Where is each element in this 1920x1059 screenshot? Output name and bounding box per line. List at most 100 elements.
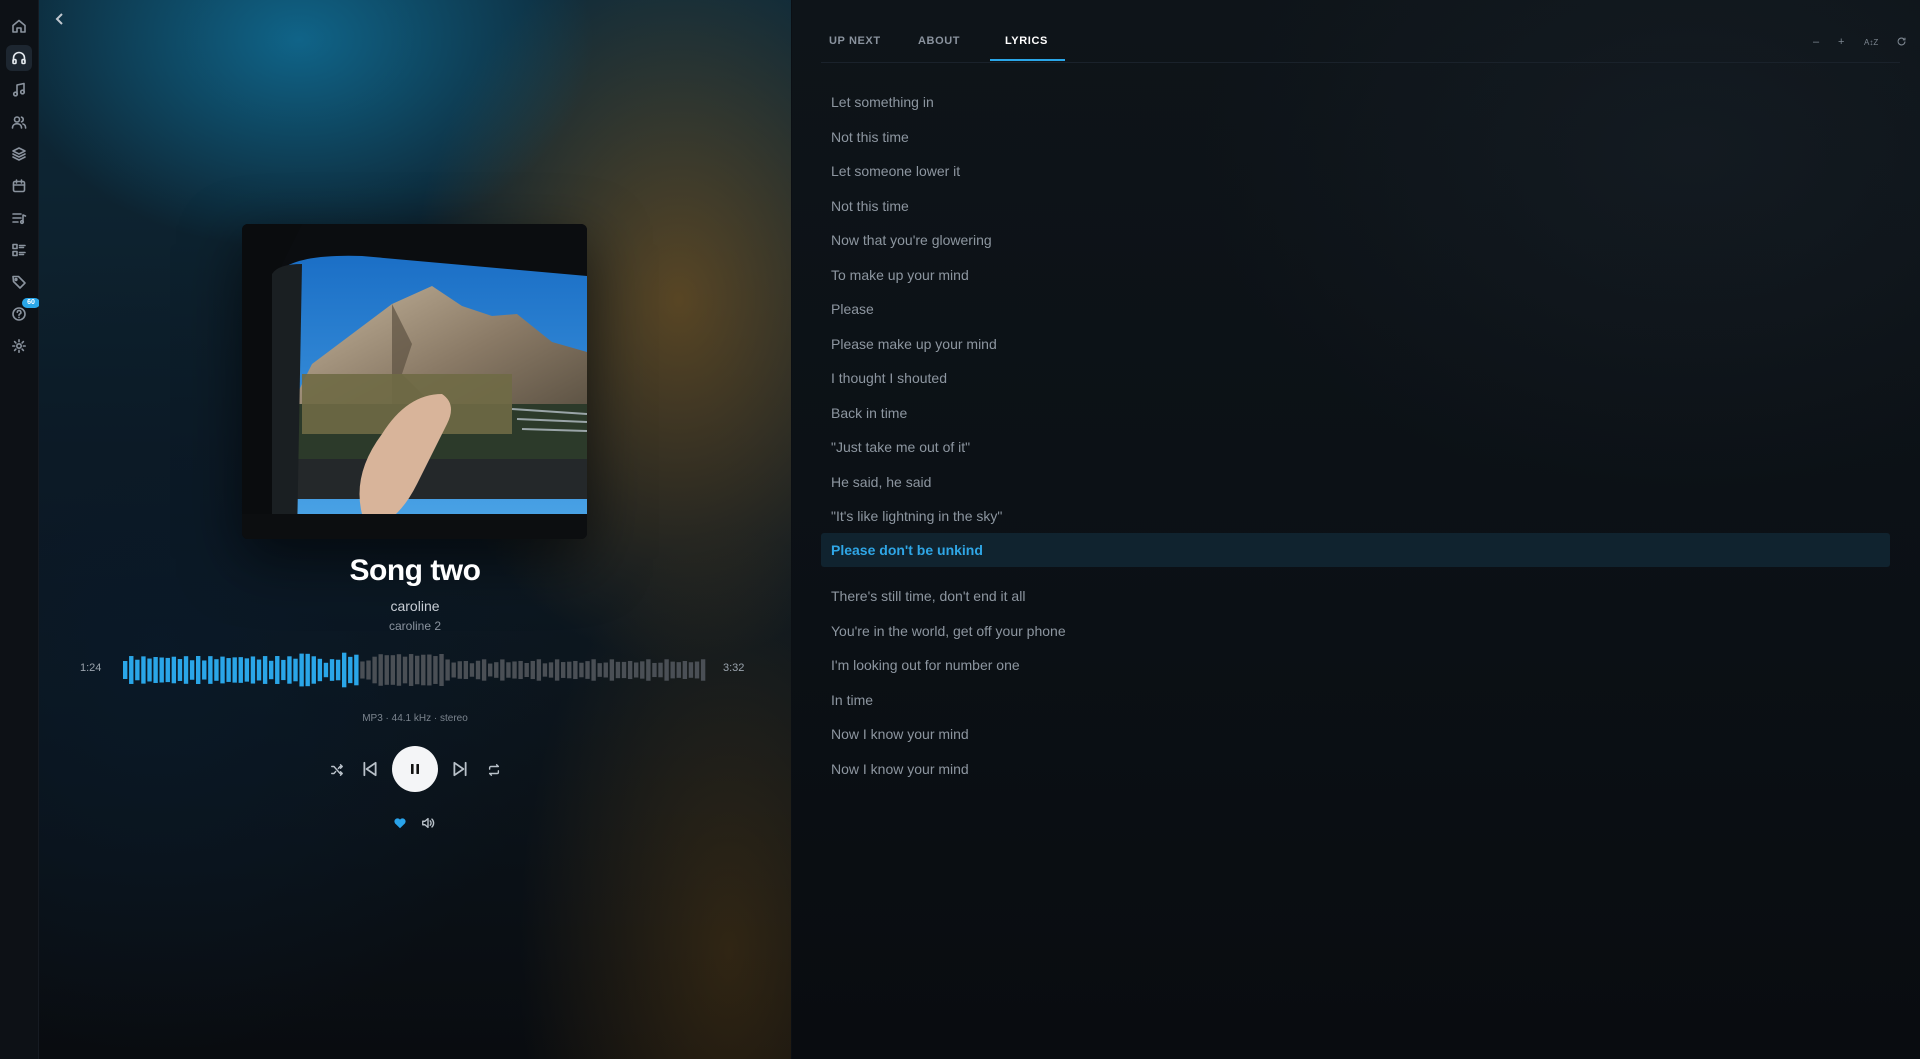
waveform-bar — [135, 659, 140, 681]
waveform-seekbar[interactable] — [123, 648, 707, 692]
waveform-bar — [408, 654, 414, 686]
shuffle-button[interactable] — [326, 759, 348, 781]
gear-icon[interactable] — [6, 333, 32, 359]
lyric-line[interactable]: There's still time, don't end it all — [821, 588, 1025, 604]
now-playing-panel: Song two caroline caroline 2 1:24 3:32 M… — [39, 0, 791, 1059]
waveform-bar — [439, 654, 444, 686]
grid-list-icon[interactable] — [6, 237, 32, 263]
waveform-bar — [372, 656, 377, 684]
waveform-bar — [481, 659, 487, 681]
layers-icon[interactable] — [6, 141, 32, 167]
artist-name[interactable]: caroline — [39, 598, 791, 614]
waveform-bar — [646, 659, 651, 681]
waveform-bar — [694, 661, 700, 679]
lyric-line[interactable]: Let something in — [821, 94, 934, 110]
help-icon[interactable]: 60 — [6, 298, 40, 327]
waveform-bar — [269, 660, 274, 680]
decrease-font-button[interactable]: – — [1813, 36, 1819, 48]
waveform-bar — [415, 655, 420, 685]
shuffle-icon — [331, 764, 343, 776]
tab-up-next[interactable]: UP NEXT — [829, 35, 881, 47]
album-cover — [242, 224, 587, 539]
lyric-line[interactable]: Let someone lower it — [821, 163, 960, 179]
waveform-bar — [664, 659, 669, 681]
refresh-button[interactable] — [1896, 36, 1907, 50]
waveform-bar — [585, 661, 590, 679]
tab-lyrics[interactable]: LYRICS — [1005, 35, 1048, 47]
tab-about[interactable]: ABOUT — [918, 35, 960, 47]
waveform-bar — [542, 663, 548, 677]
lyric-line[interactable]: In time — [821, 692, 873, 708]
waveform-bar — [579, 662, 584, 678]
waveform-bar — [488, 663, 493, 677]
lyric-line[interactable]: You're in the world, get off your phone — [821, 623, 1066, 639]
album-name[interactable]: caroline 2 — [39, 619, 791, 633]
waveform-bar — [189, 660, 195, 680]
music-note-icon[interactable] — [6, 77, 32, 103]
repeat-button[interactable] — [483, 759, 505, 781]
lyric-line[interactable]: Back in time — [821, 405, 907, 421]
queue-icon[interactable] — [6, 205, 32, 231]
waveform-bar — [506, 662, 511, 678]
headphones-icon[interactable] — [6, 45, 32, 71]
like-button[interactable] — [391, 814, 409, 832]
waveform-bar — [396, 654, 402, 686]
lyric-line[interactable]: Please — [821, 301, 874, 317]
lyric-line[interactable]: Not this time — [821, 198, 909, 214]
waveform-bar — [567, 661, 572, 679]
waveform-bar — [220, 656, 225, 684]
previous-button[interactable] — [357, 756, 383, 782]
translate-button[interactable]: A↕Z — [1864, 38, 1878, 47]
lyric-line[interactable]: I thought I shouted — [821, 370, 947, 386]
users-icon[interactable] — [6, 109, 32, 135]
waveform-bar — [688, 662, 694, 678]
home-icon[interactable] — [6, 13, 32, 39]
waveform-bar — [281, 659, 286, 681]
calendar-icon[interactable] — [6, 173, 32, 199]
waveform-bar — [226, 658, 231, 682]
waveform-bar — [548, 662, 554, 678]
waveform-bar — [153, 657, 158, 683]
waveform-bar — [177, 659, 183, 681]
waveform-bar — [262, 656, 268, 684]
waveform-bar — [524, 662, 529, 678]
waveform-bar — [670, 661, 675, 679]
lyric-line[interactable]: To make up your mind — [821, 267, 969, 283]
current-lyric-text: Please don't be unkind — [831, 542, 983, 558]
waveform-bar — [682, 660, 688, 679]
waveform-bar — [530, 660, 535, 680]
waveform-bar — [256, 659, 262, 681]
lyric-line[interactable]: "Just take me out of it" — [821, 439, 970, 455]
heart-icon — [394, 818, 406, 829]
song-title: Song two — [349, 554, 481, 587]
waveform-bar — [561, 662, 566, 678]
lyric-line[interactable]: "It's like lightning in the sky" — [821, 508, 1002, 524]
waveform-bar — [202, 660, 207, 680]
lyric-line[interactable]: Now I know your mind — [821, 726, 969, 742]
waveform-bar — [159, 657, 164, 683]
waveform-bar — [573, 660, 578, 680]
lyric-line[interactable]: I'm looking out for number one — [821, 657, 1020, 673]
nav-rail: 60 — [0, 0, 40, 1059]
increase-font-button[interactable]: + — [1838, 36, 1844, 48]
volume-icon — [422, 817, 435, 829]
lyric-line[interactable]: Now I know your mind — [821, 761, 969, 777]
tag-icon[interactable] — [6, 269, 32, 295]
lyric-line[interactable]: Now that you're glowering — [821, 232, 992, 248]
waveform-bar — [597, 663, 602, 677]
pause-button[interactable] — [392, 746, 438, 792]
volume-button[interactable] — [419, 814, 437, 832]
total-time: 3:32 — [723, 662, 745, 674]
back-button[interactable] — [53, 12, 73, 32]
active-tab-indicator — [990, 59, 1065, 61]
repeat-icon — [488, 764, 500, 776]
waveform-bar — [445, 659, 450, 681]
skip-next-icon — [453, 761, 467, 777]
waveform-bar — [275, 656, 280, 684]
lyric-line[interactable]: He said, he said — [821, 474, 931, 490]
waveform-bar — [390, 655, 396, 685]
next-button[interactable] — [447, 756, 473, 782]
lyric-line[interactable]: Not this time — [821, 129, 909, 145]
lyric-line[interactable]: Please make up your mind — [821, 336, 997, 352]
current-lyric-line[interactable]: Please don't be unkind — [821, 533, 1890, 567]
